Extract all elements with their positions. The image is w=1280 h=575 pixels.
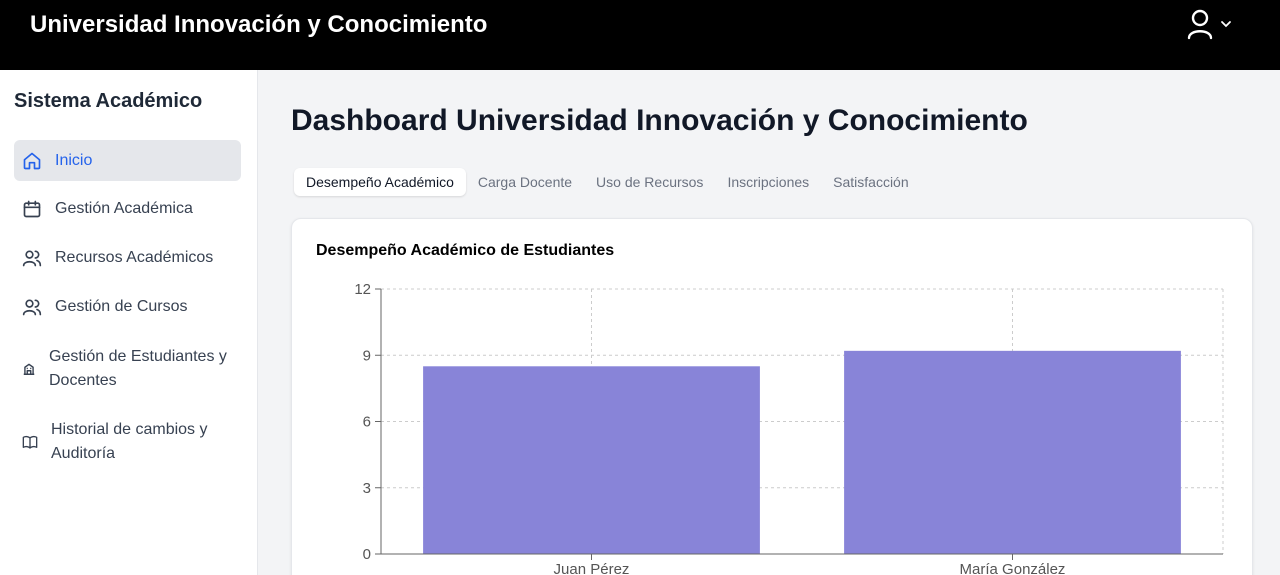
users-icon: [22, 297, 42, 317]
sidebar-item-label: Gestión de Estudiantes y Docentes: [49, 348, 227, 389]
sidebar-item-gestion-cursos[interactable]: Gestión de Cursos: [14, 287, 241, 327]
y-tick-label: 0: [363, 546, 371, 563]
page-title: Dashboard Universidad Innovación y Conoc…: [291, 104, 1028, 137]
bar-1: [423, 366, 760, 554]
sidebar-item-label: Inicio: [55, 151, 93, 169]
user-icon: [1186, 8, 1214, 45]
sidebar-item-inicio[interactable]: Inicio: [14, 140, 241, 181]
sidebar-item-historial-auditoria[interactable]: Historial de cambios y Auditoría: [14, 417, 241, 467]
sidebar-item-label: Gestión de Cursos: [55, 298, 188, 315]
chart-card: Desempeño Académico de Estudiantes 03691…: [291, 218, 1253, 575]
tab-list: Desempeño Académico Carga Docente Uso de…: [291, 165, 921, 199]
tab-satisfaccion[interactable]: Satisfacción: [821, 168, 920, 196]
y-tick-label: 9: [363, 347, 371, 364]
x-tick-label: María González: [960, 561, 1066, 575]
tab-desempeno-academico[interactable]: Desempeño Académico: [294, 168, 466, 196]
tab-inscripciones[interactable]: Inscripciones: [715, 168, 821, 196]
bar-2: [844, 350, 1181, 554]
chevron-down-icon: [1220, 17, 1232, 35]
sidebar-item-gestion-estudiantes-docentes[interactable]: Gestión de Estudiantes y Docentes: [14, 344, 241, 394]
top-bar: Universidad Innovación y Conocimiento: [0, 0, 1280, 70]
sidebar-title: Sistema Académico: [14, 90, 203, 112]
sidebar-item-recursos-academicos[interactable]: Recursos Académicos: [14, 238, 241, 278]
bar-chart: 0 3 6 9 12 Juan Pérez María González: [354, 281, 1224, 575]
sidebar-item-label: Historial de cambios y Auditoría: [51, 421, 208, 462]
sidebar-item-label: Recursos Académicos: [55, 249, 214, 266]
book-icon: [22, 432, 38, 452]
user-menu-button[interactable]: [1186, 8, 1246, 45]
x-tick-label: Juan Pérez: [554, 561, 630, 575]
y-tick-label: 12: [354, 281, 371, 298]
y-tick-label: 6: [363, 414, 371, 431]
tab-carga-docente[interactable]: Carga Docente: [466, 168, 584, 196]
calendar-icon: [22, 199, 42, 219]
building-icon: [22, 359, 36, 379]
sidebar: Sistema Académico Inicio Gestión Académi…: [0, 70, 258, 575]
y-tick-label: 3: [363, 480, 371, 497]
app-title: Universidad Innovación y Conocimiento: [30, 11, 488, 38]
sidebar-item-gestion-academica[interactable]: Gestión Académica: [14, 189, 241, 229]
users-icon: [22, 248, 42, 268]
home-icon: [22, 151, 42, 171]
sidebar-item-label: Gestión Académica: [55, 200, 193, 217]
tab-uso-recursos[interactable]: Uso de Recursos: [584, 168, 715, 196]
